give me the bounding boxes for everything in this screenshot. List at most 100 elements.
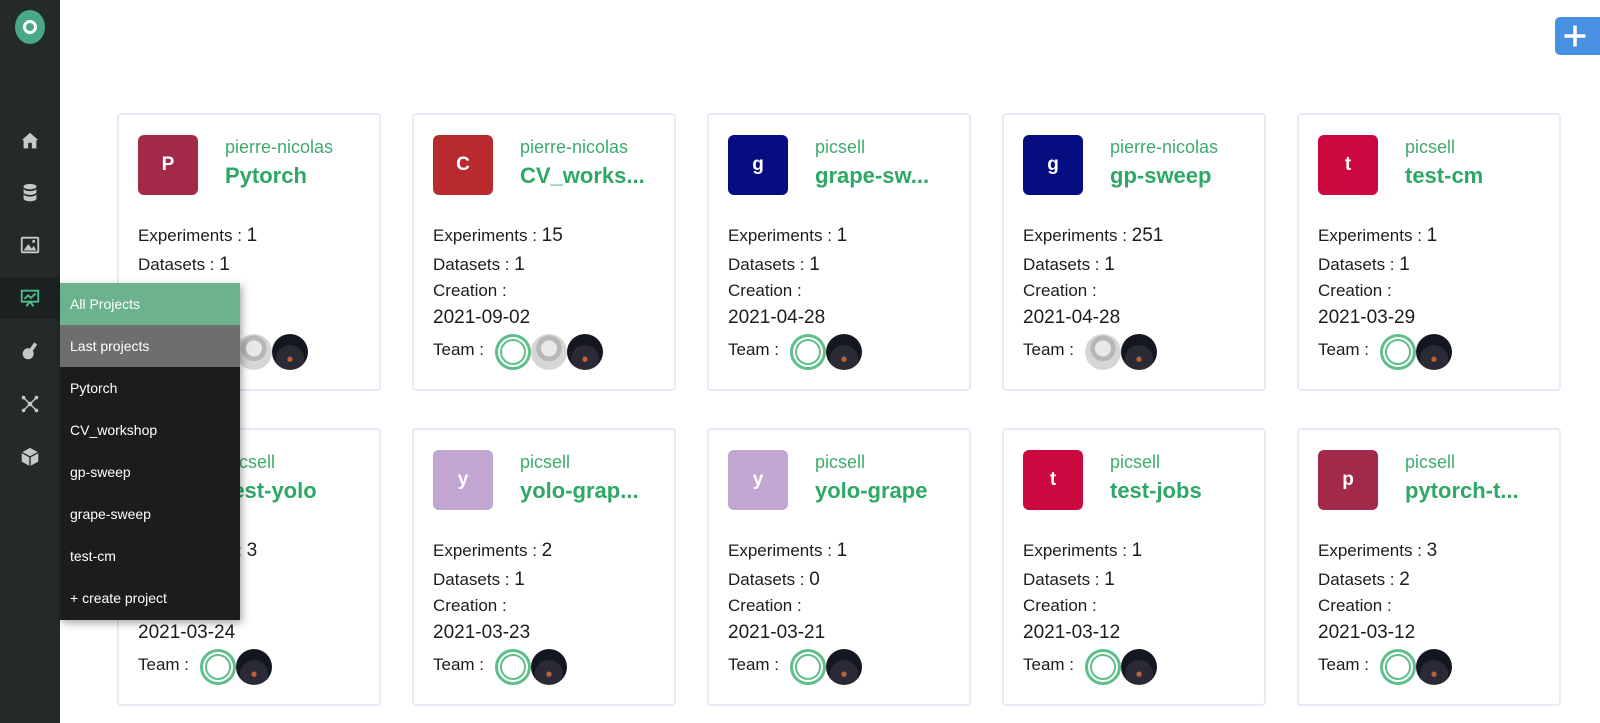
team-label: Team : bbox=[1023, 340, 1075, 359]
datasets-row: Datasets : 1 bbox=[433, 569, 525, 590]
flask-icon[interactable] bbox=[0, 330, 60, 372]
experiments-row: Experiments : 1 bbox=[728, 225, 848, 246]
creation-date: 2021-03-29 bbox=[1318, 307, 1416, 328]
team-avatars bbox=[200, 649, 272, 685]
projects-icon[interactable] bbox=[0, 277, 60, 319]
datasets-row: Datasets : 1 bbox=[1318, 254, 1410, 275]
creation-label: Creation : bbox=[728, 281, 802, 300]
creation-date: 2021-04-28 bbox=[728, 307, 826, 328]
creation-date: 2021-03-24 bbox=[138, 622, 236, 643]
cube-icon[interactable] bbox=[0, 436, 60, 478]
experiments-row: Experiments : 15 bbox=[433, 225, 563, 246]
menu-item-grape-sweep[interactable]: grape-sweep bbox=[60, 493, 240, 535]
avatar[interactable] bbox=[495, 334, 531, 370]
avatar[interactable] bbox=[1380, 334, 1416, 370]
project-badge: t bbox=[1023, 450, 1083, 510]
creation-date: 2021-03-12 bbox=[1318, 622, 1416, 643]
avatar[interactable] bbox=[790, 334, 826, 370]
datasets-row: Datasets : 1 bbox=[1023, 569, 1115, 590]
menu-item-pytorch[interactable]: Pytorch bbox=[60, 367, 240, 409]
project-card[interactable]: C pierre-nicolas CV_works... Experiments… bbox=[412, 113, 676, 391]
home-icon[interactable] bbox=[0, 120, 60, 162]
avatar[interactable] bbox=[1085, 649, 1121, 685]
project-owner: picsell bbox=[815, 137, 866, 157]
experiments-row: Experiments : 1 bbox=[1318, 225, 1438, 246]
avatar[interactable] bbox=[826, 649, 862, 685]
image-icon[interactable] bbox=[0, 224, 60, 266]
experiments-row: Experiments : 1 bbox=[1023, 540, 1143, 561]
avatar[interactable] bbox=[1416, 649, 1452, 685]
team-label: Team : bbox=[1318, 340, 1370, 359]
avatar[interactable] bbox=[1121, 334, 1157, 370]
creation-date: 2021-04-28 bbox=[1023, 307, 1121, 328]
menu-item-test-cm[interactable]: test-cm bbox=[60, 535, 240, 577]
project-owner: picsell bbox=[520, 452, 571, 472]
avatar[interactable] bbox=[200, 649, 236, 685]
avatar[interactable] bbox=[236, 649, 272, 685]
avatar[interactable] bbox=[272, 334, 308, 370]
creation-date: 2021-03-23 bbox=[433, 622, 531, 643]
team-avatars bbox=[1085, 334, 1157, 370]
project-name[interactable]: grape-sw... bbox=[815, 163, 929, 189]
project-name[interactable]: Pytorch bbox=[225, 163, 307, 189]
datasets-row: Datasets : 1 bbox=[433, 254, 525, 275]
creation-label: Creation : bbox=[1023, 596, 1097, 615]
avatar[interactable] bbox=[567, 334, 603, 370]
projects-dropdown-menu: All Projects Last projects Pytorch CV_wo… bbox=[60, 283, 240, 620]
project-name[interactable]: test-jobs bbox=[1110, 478, 1202, 504]
project-name[interactable]: pytorch-t... bbox=[1405, 478, 1519, 504]
creation-label: Creation : bbox=[433, 596, 507, 615]
project-owner: picsell bbox=[1405, 137, 1456, 157]
avatar[interactable] bbox=[826, 334, 862, 370]
project-card[interactable]: p picsell pytorch-t... Experiments : 3 D… bbox=[1297, 428, 1561, 706]
experiments-row: Experiments : 251 bbox=[1023, 225, 1164, 246]
experiments-row: Experiments : 1 bbox=[138, 225, 258, 246]
team-label: Team : bbox=[433, 655, 485, 674]
project-name[interactable]: CV_works... bbox=[520, 163, 645, 189]
creation-label: Creation : bbox=[1023, 281, 1097, 300]
avatar[interactable] bbox=[1380, 649, 1416, 685]
avatar[interactable] bbox=[495, 649, 531, 685]
datasets-row: Datasets : 0 bbox=[728, 569, 820, 590]
avatar[interactable] bbox=[1085, 334, 1121, 370]
menu-item-all-projects[interactable]: All Projects bbox=[60, 283, 240, 325]
project-name[interactable]: yolo-grape bbox=[815, 478, 927, 504]
project-card[interactable]: y picsell yolo-grap... Experiments : 2 D… bbox=[412, 428, 676, 706]
project-card[interactable]: y picsell yolo-grape Experiments : 1 Dat… bbox=[707, 428, 971, 706]
project-badge: g bbox=[728, 135, 788, 195]
menu-item-last-projects[interactable]: Last projects bbox=[60, 325, 240, 367]
avatar[interactable] bbox=[531, 649, 567, 685]
project-badge: p bbox=[1318, 450, 1378, 510]
creation-label: Creation : bbox=[1318, 596, 1392, 615]
team-label: Team : bbox=[138, 655, 190, 674]
logo-icon[interactable] bbox=[15, 10, 45, 44]
project-name[interactable]: gp-sweep bbox=[1110, 163, 1211, 189]
project-card[interactable]: t picsell test-cm Experiments : 1 Datase… bbox=[1297, 113, 1561, 391]
project-owner: picsell bbox=[815, 452, 866, 472]
menu-item-cv-workshop[interactable]: CV_workshop bbox=[60, 409, 240, 451]
database-icon[interactable] bbox=[0, 172, 60, 214]
team-label: Team : bbox=[728, 655, 780, 674]
network-icon[interactable] bbox=[0, 383, 60, 425]
menu-item-gp-sweep[interactable]: gp-sweep bbox=[60, 451, 240, 493]
avatar[interactable] bbox=[531, 334, 567, 370]
avatar[interactable] bbox=[236, 334, 272, 370]
project-card[interactable]: g picsell grape-sw... Experiments : 1 Da… bbox=[707, 113, 971, 391]
project-card[interactable]: t picsell test-jobs Experiments : 1 Data… bbox=[1002, 428, 1266, 706]
project-name[interactable]: test-cm bbox=[1405, 163, 1483, 189]
team-label: Team : bbox=[1318, 655, 1370, 674]
menu-item-create-project[interactable]: + create project bbox=[60, 577, 240, 619]
datasets-row: Datasets : 1 bbox=[138, 254, 230, 275]
project-name[interactable]: yolo-grap... bbox=[520, 478, 639, 504]
avatar[interactable] bbox=[1416, 334, 1452, 370]
project-card[interactable]: g pierre-nicolas gp-sweep Experiments : … bbox=[1002, 113, 1266, 391]
creation-date: 2021-03-21 bbox=[728, 622, 826, 643]
team-avatars bbox=[1380, 334, 1452, 370]
avatar[interactable] bbox=[1121, 649, 1157, 685]
project-owner: picsell bbox=[1110, 452, 1161, 472]
avatar[interactable] bbox=[790, 649, 826, 685]
team-label: Team : bbox=[728, 340, 780, 359]
datasets-row: Datasets : 1 bbox=[728, 254, 820, 275]
project-badge: t bbox=[1318, 135, 1378, 195]
add-project-button[interactable] bbox=[1555, 17, 1600, 55]
